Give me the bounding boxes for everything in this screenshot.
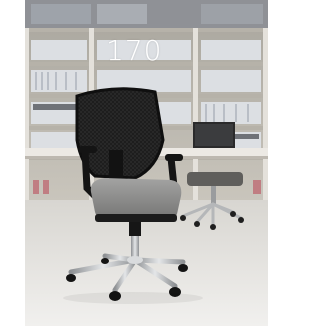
product-number: 170	[106, 34, 163, 67]
